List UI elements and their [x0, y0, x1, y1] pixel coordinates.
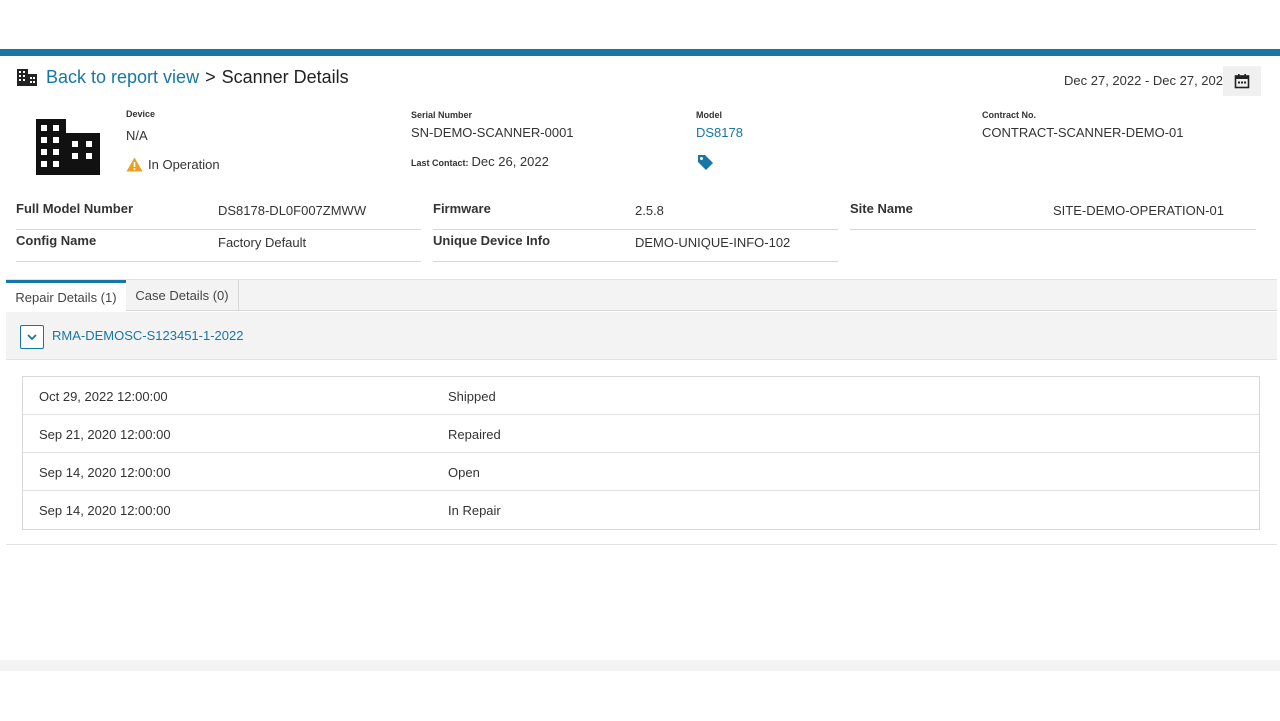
serial-number-value: SN-DEMO-SCANNER-0001 — [411, 125, 574, 140]
section-divider — [6, 544, 1277, 545]
device-image-building-icon — [36, 119, 100, 175]
device-value: N/A — [126, 128, 148, 143]
calendar-icon — [1234, 74, 1250, 89]
serial-number-label: Serial Number — [411, 110, 473, 120]
warning-icon — [126, 157, 143, 172]
detail-row-firmware: Firmware 2.5.8 — [433, 200, 838, 230]
detail-row-config: Config Name Factory Default — [16, 232, 421, 262]
table-row: Sep 14, 2020 12:00:00 In Repair — [23, 491, 1259, 529]
rma-expand-toggle[interactable] — [20, 325, 44, 349]
back-to-report-link[interactable]: Back to report view — [46, 67, 199, 88]
full-model-value: DS8178-DL0F007ZMWW — [218, 203, 367, 218]
firmware-value: 2.5.8 — [635, 203, 664, 218]
history-date: Sep 14, 2020 12:00:00 — [39, 465, 171, 480]
table-row: Oct 29, 2022 12:00:00 Shipped — [23, 377, 1259, 415]
firmware-label: Firmware — [433, 201, 491, 216]
history-status: Open — [448, 465, 480, 480]
model-link[interactable]: DS8178 — [696, 125, 743, 140]
repair-history-table: Oct 29, 2022 12:00:00 Shipped Sep 21, 20… — [22, 376, 1260, 530]
history-status: Shipped — [448, 389, 496, 404]
config-label: Config Name — [16, 233, 97, 248]
config-value: Factory Default — [218, 235, 307, 250]
status-text: In Operation — [148, 157, 220, 172]
table-row: Sep 21, 2020 12:00:00 Repaired — [23, 415, 1259, 453]
top-accent-bar — [0, 49, 1280, 56]
page-title: Scanner Details — [221, 66, 349, 87]
unique-info-value: DEMO-UNIQUE-INFO-102 — [635, 235, 791, 250]
table-row: Sep 14, 2020 12:00:00 Open — [23, 453, 1259, 491]
model-label: Model — [696, 110, 722, 120]
page-footer-band — [0, 660, 1280, 671]
tab-case-details[interactable]: Case Details (0) — [126, 280, 239, 311]
building-icon — [17, 69, 37, 86]
detail-row-full-model: Full Model Number DS8178-DL0F007ZMWW — [16, 200, 421, 230]
chevron-down-icon — [27, 333, 37, 340]
tag-icon[interactable] — [697, 154, 714, 171]
history-status: In Repair — [448, 503, 501, 518]
tab-repair-details[interactable]: Repair Details (1) — [6, 280, 126, 312]
history-date: Sep 14, 2020 12:00:00 — [39, 503, 171, 518]
detail-row-site: Site Name SITE-DEMO-OPERATION-01 — [850, 200, 1256, 230]
history-status: Repaired — [448, 427, 501, 442]
last-contact-label: Last Contact: — [411, 158, 469, 168]
last-contact: Last Contact: Dec 26, 2022 — [411, 154, 549, 169]
calendar-button[interactable] — [1223, 66, 1261, 96]
rma-id-link[interactable]: RMA-DEMOSC-S123451-1-2022 — [52, 328, 243, 343]
last-contact-value: Dec 26, 2022 — [471, 154, 549, 169]
device-label: Device — [126, 109, 156, 119]
site-name-label: Site Name — [850, 201, 913, 216]
contract-value: CONTRACT-SCANNER-DEMO-01 — [982, 125, 1184, 140]
date-range-label: Dec 27, 2022 - Dec 27, 2022 — [1064, 73, 1231, 88]
unique-info-label: Unique Device Info — [433, 233, 551, 248]
scanner-details-page: Back to report view > Scanner Details De… — [6, 56, 1277, 660]
rma-header: RMA-DEMOSC-S123451-1-2022 — [6, 312, 1277, 360]
site-name-value: SITE-DEMO-OPERATION-01 — [1053, 203, 1224, 218]
tab-strip: Repair Details (1) Case Details (0) — [6, 279, 1277, 312]
breadcrumb: Back to report view > Scanner Details — [16, 66, 349, 88]
detail-row-unique-info: Unique Device Info DEMO-UNIQUE-INFO-102 — [433, 232, 838, 262]
status-badge: In Operation — [126, 157, 220, 172]
history-date: Oct 29, 2022 12:00:00 — [39, 389, 168, 404]
contract-label: Contract No. — [982, 110, 1036, 120]
history-date: Sep 21, 2020 12:00:00 — [39, 427, 171, 442]
breadcrumb-separator: > — [205, 66, 216, 87]
full-model-label: Full Model Number — [16, 201, 133, 216]
